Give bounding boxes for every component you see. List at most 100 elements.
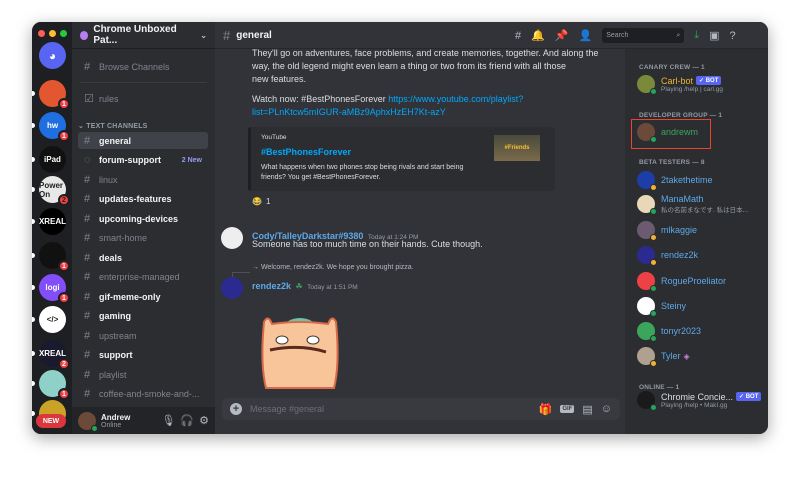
channel-support[interactable]: # support <box>78 347 208 364</box>
member-item[interactable]: 2takethetime <box>637 171 713 191</box>
gif-button[interactable]: GIF <box>560 405 575 413</box>
sticker-icon[interactable]: ▤ <box>582 403 592 416</box>
server-rail: ◕ 1 hw 1 iPad Power On 2 XREAL 1 logi 1 </> XREAL 2 1 … <box>32 22 72 434</box>
rules-icon: ☑ <box>84 93 94 105</box>
help-icon[interactable]: ? <box>730 30 736 42</box>
avatar[interactable] <box>221 227 243 249</box>
avatar[interactable] <box>221 277 243 299</box>
channel-upcoming-devices[interactable]: # upcoming-devices <box>78 210 208 227</box>
emoji-icon[interactable]: ☺ <box>601 403 612 415</box>
playlist-link[interactable]: https://www.youtube.com/playlist? <box>388 94 523 104</box>
close-window-button[interactable] <box>38 30 45 37</box>
member-name: RogueProeliator <box>661 276 727 286</box>
member-item[interactable]: tonyr2023 <box>637 322 701 342</box>
channel-forum-support[interactable]: ◌ forum-support 2 New <box>78 152 208 169</box>
member-item[interactable]: Carl-bot ✓ BOT Playing /help | carl.gg <box>637 75 723 95</box>
unread-badge: 1 <box>58 388 70 400</box>
timestamp: Today at 1:51 PM <box>307 284 358 291</box>
embed-thumbnail[interactable]: #Friends <box>494 135 540 161</box>
member-item[interactable]: Steiny <box>637 297 686 317</box>
embed-title[interactable]: #BestPhonesForever <box>261 147 351 157</box>
server-icon[interactable]: 1 <box>39 80 70 110</box>
server-icon[interactable]: logi 1 <box>39 274 70 304</box>
microphone-icon[interactable]: 🎙 <box>161 414 175 427</box>
status-indicator <box>650 88 657 95</box>
headphones-icon[interactable]: 🎧 <box>180 414 194 427</box>
unread-pip <box>32 317 35 322</box>
hash-icon: # <box>84 232 91 244</box>
server-icon[interactable]: XREAL 2 <box>39 340 70 370</box>
member-item[interactable]: ManaMath 私の名前まなです. 私は日本... <box>637 194 748 215</box>
member-item[interactable]: rendez2k <box>637 246 698 266</box>
guild-header[interactable]: Chrome Unboxed Pat... ⌄ <box>72 22 215 49</box>
channel-label: general <box>99 135 132 146</box>
server-icon[interactable]: XREAL <box>39 208 66 235</box>
download-icon[interactable]: ⤓ <box>694 29 699 42</box>
reply-preview[interactable]: → Welcome, rendez2k. We hope you brought… <box>252 264 414 271</box>
channel-deals[interactable]: # deals <box>78 249 208 266</box>
hash-icon: # <box>84 349 91 361</box>
channel-gif-meme-only[interactable]: # gif-meme-only <box>78 288 208 305</box>
new-badge-button[interactable]: NEW <box>36 414 66 428</box>
hash-icon: # <box>84 290 91 303</box>
unread-pip <box>32 123 35 128</box>
channel-playlist[interactable]: # playlist <box>78 366 208 383</box>
channel-rules[interactable]: ☑ rules <box>78 90 208 107</box>
member-item[interactable]: Tyler ◈ <box>637 347 690 367</box>
browse-channels[interactable]: # Browse Channels <box>78 58 208 75</box>
playlist-link-cont[interactable]: list=PLnKtcw5mIGUR-aMBz9AphxHzEH7Kt-azY <box>252 106 598 119</box>
server-icon[interactable]: 1 <box>39 370 70 400</box>
channel-upstream[interactable]: # upstream <box>78 327 208 344</box>
avatar <box>637 391 657 411</box>
search-input[interactable]: Search ⌕ <box>602 28 685 43</box>
server-icon[interactable]: Power On 2 <box>39 176 70 206</box>
server-icon[interactable]: hw 1 <box>39 112 70 142</box>
browse-icon: # <box>84 60 91 73</box>
channel-gaming[interactable]: # gaming <box>78 308 208 325</box>
channel-general[interactable]: # general <box>78 132 208 149</box>
unread-badge: 2 <box>58 194 70 206</box>
member-item[interactable]: mlkaggie <box>637 221 697 241</box>
message-body: They'll go on adventures, face problems,… <box>252 47 598 119</box>
inbox-icon[interactable]: ▣ <box>709 29 719 42</box>
status-indicator <box>650 360 657 367</box>
search-icon: ⌕ <box>676 31 681 39</box>
zoom-window-button[interactable] <box>60 30 67 37</box>
avatar <box>637 322 657 342</box>
member-item[interactable]: RogueProeliator <box>637 272 727 292</box>
gear-icon[interactable]: ⚙ <box>199 414 209 427</box>
channel-coffee-and-smoke-and-[interactable]: # coffee-and-smoke-and-... <box>78 386 208 403</box>
member-item[interactable]: Chromie Concie... ✓ BOT Playing /help • Ma… <box>637 391 762 411</box>
hash-icon: # <box>84 310 91 322</box>
member-group-header: CANARY CREW — 1 <box>639 64 705 71</box>
channel-updates-features[interactable]: # updates-features <box>78 191 208 208</box>
members-icon[interactable]: 👤 <box>579 29 593 42</box>
author-name[interactable]: rendez2k <box>252 281 291 291</box>
reaction-button[interactable]: 😂 1 <box>252 197 270 206</box>
discord-home-icon: ◕ <box>48 48 57 63</box>
server-icon[interactable]: iPad <box>39 146 66 173</box>
server-label: XREAL <box>38 217 67 226</box>
thumb-text: #Friends <box>504 145 530 151</box>
channel-linux[interactable]: # linux <box>78 171 208 188</box>
unread-pip <box>32 91 35 96</box>
gift-icon[interactable]: 🎁 <box>539 403 553 416</box>
category-text-channels[interactable]: ⌄ TEXT CHANNELS <box>78 122 148 130</box>
user-info[interactable]: Andrew Online <box>101 413 130 429</box>
pin-icon[interactable]: 📌 <box>555 29 569 42</box>
bell-icon[interactable]: 🔔 <box>531 29 545 42</box>
avatar[interactable] <box>78 411 98 432</box>
minimize-window-button[interactable] <box>49 30 56 37</box>
channel-enterprise-managed[interactable]: # enterprise-managed <box>78 269 208 286</box>
channel-smart-home[interactable]: # smart-home <box>78 230 208 247</box>
threads-icon[interactable]: # <box>515 30 521 42</box>
server-icon[interactable]: ◕ <box>39 42 66 69</box>
server-icon[interactable]: 1 <box>39 242 70 272</box>
unread-pip <box>32 381 35 386</box>
add-attachment-icon[interactable]: + <box>230 403 242 415</box>
sticker-image[interactable] <box>260 314 340 390</box>
message-input[interactable]: + Message #general 🎁 GIF ▤ ☺ <box>222 398 620 420</box>
watch-text: Watch now: #BestPhonesForever <box>252 94 386 104</box>
server-icon[interactable]: </> <box>39 306 66 333</box>
channel-label: upstream <box>99 330 137 341</box>
